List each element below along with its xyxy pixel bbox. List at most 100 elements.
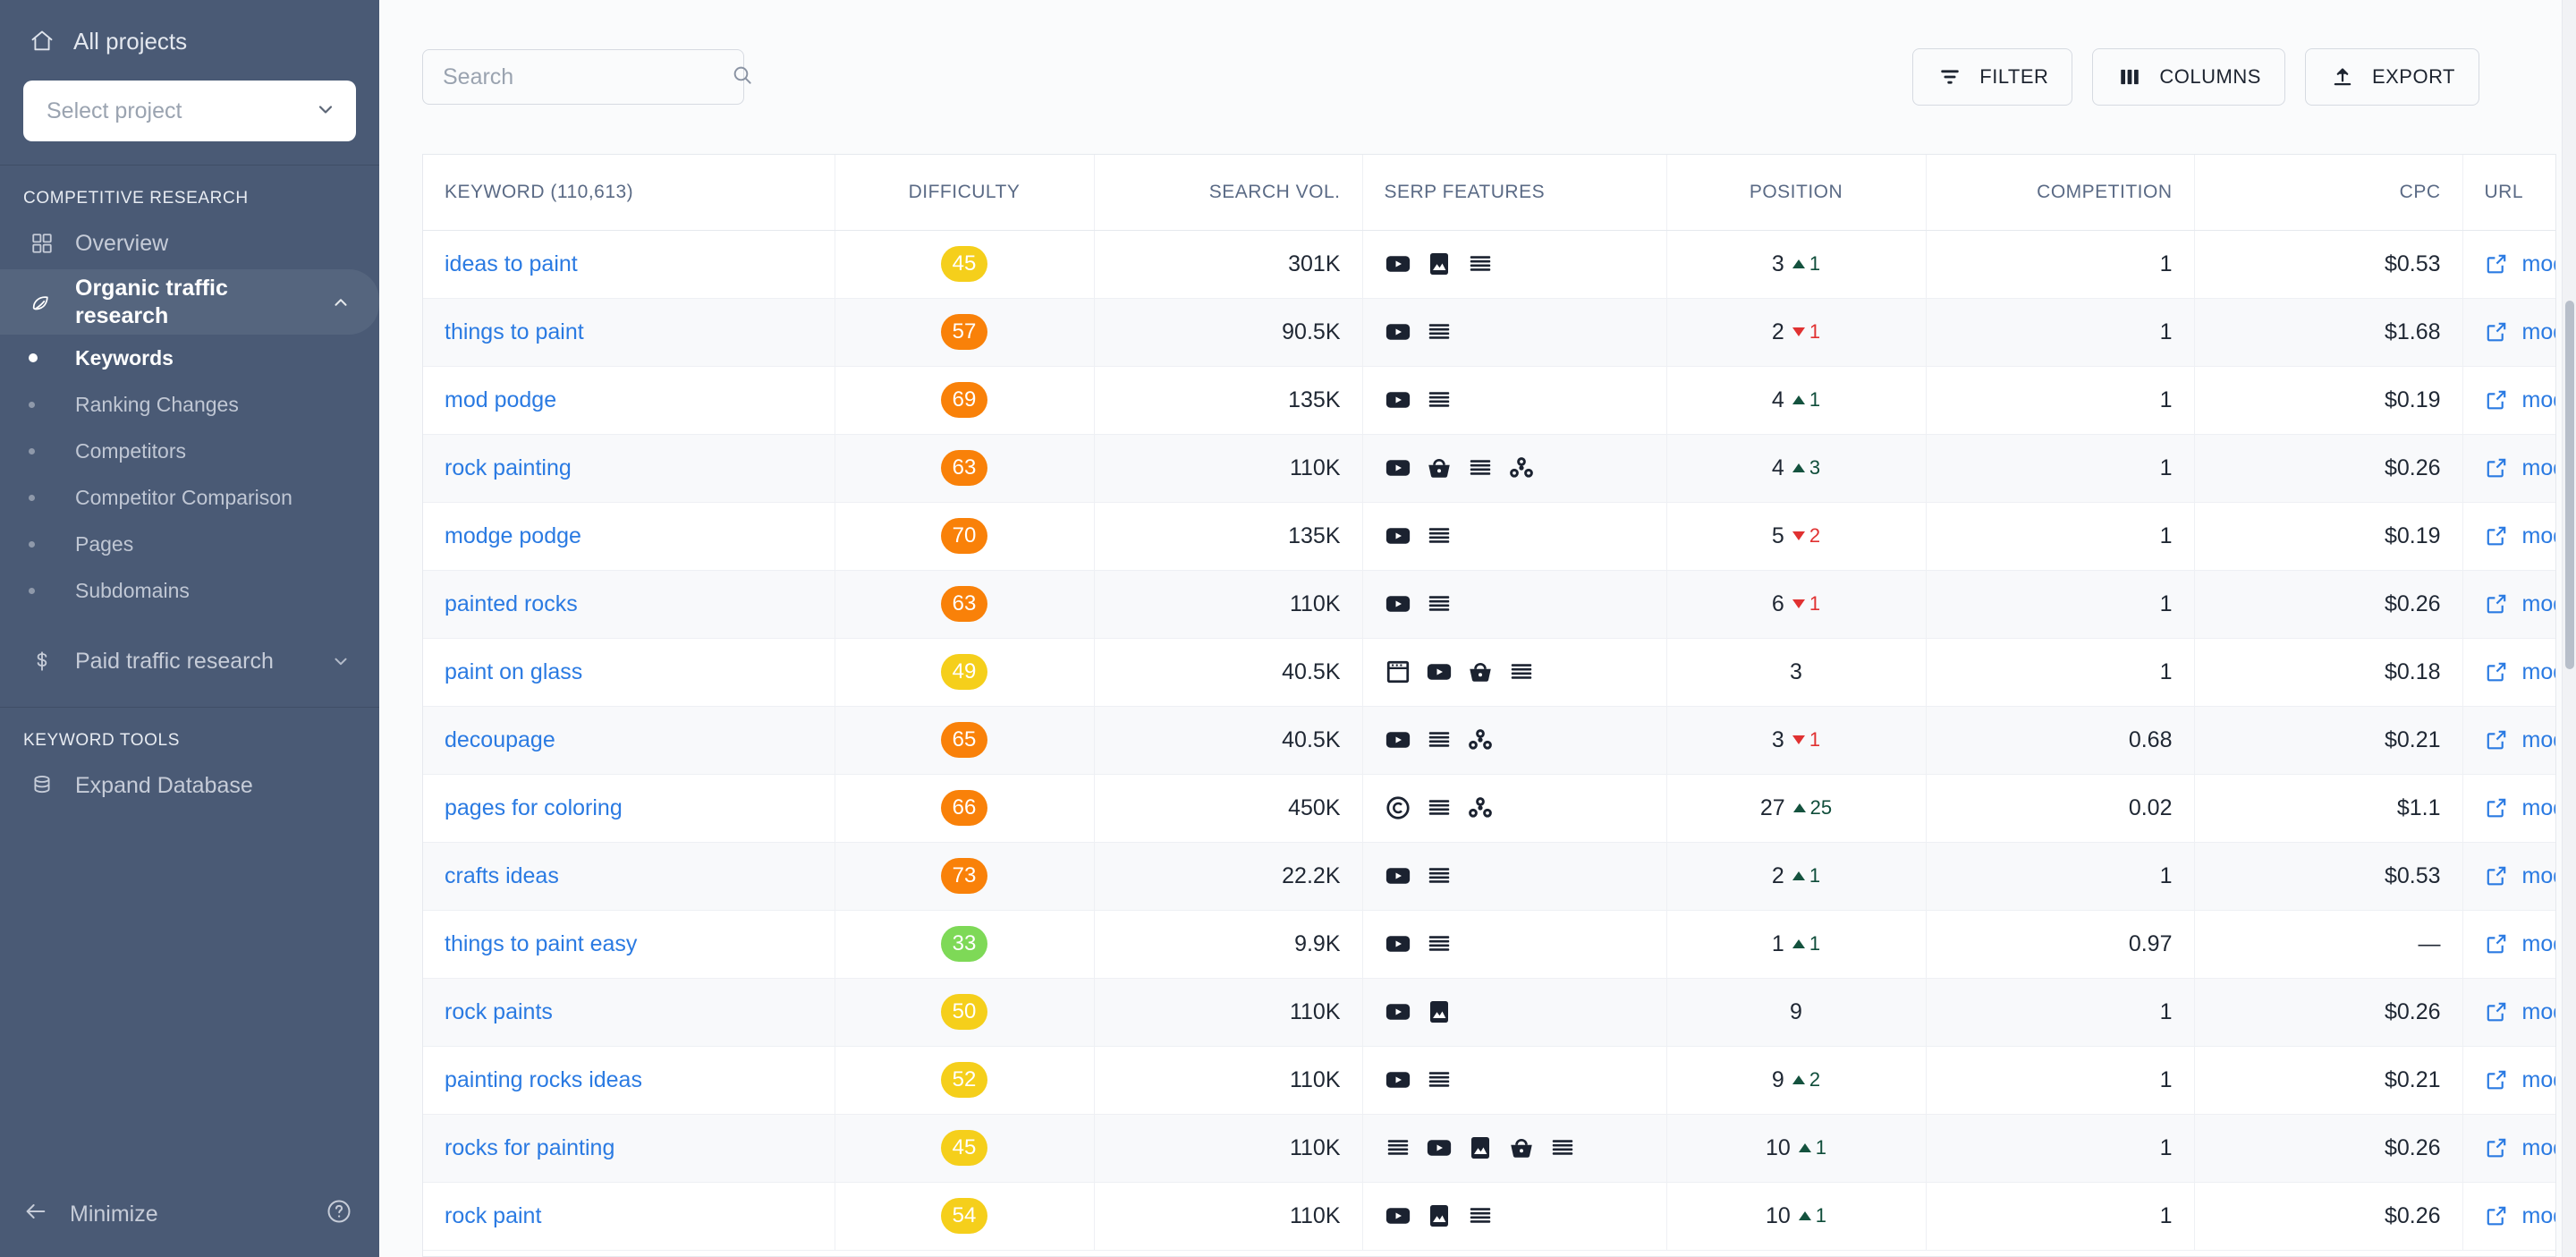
snippet-icon[interactable] [1508,658,1535,685]
url-link[interactable]: modpodgerocksbl [2485,726,2555,753]
video-icon[interactable] [1385,318,1411,345]
video-icon[interactable] [1385,251,1411,277]
minimize-label[interactable]: Minimize [70,1202,304,1227]
shopping-icon[interactable] [1426,454,1453,481]
keyword-link[interactable]: rock painting [445,455,572,480]
table-row[interactable]: things to paint easy339.9K110.97—modpodg… [423,910,2555,979]
video-icon[interactable] [1385,522,1411,549]
copyright-icon[interactable] [1385,794,1411,821]
video-icon[interactable] [1385,726,1411,753]
url-link[interactable]: modpodgerocksbl [2485,522,2555,549]
url-link[interactable]: modpodgerocksbl [2485,794,2555,821]
table-row[interactable]: rocks for painting45110K1011$0.26modpodg… [423,1114,2555,1183]
table-row[interactable]: decoupage6540.5K310.68$0.21modpodgerocks… [423,706,2555,775]
sidebar-item-expand-database[interactable]: Expand Database [0,760,379,811]
column-header-difficulty[interactable]: DIFFICULTY [835,155,1095,231]
related-searches-icon[interactable] [1508,454,1535,481]
related-searches-icon[interactable] [1467,726,1494,753]
video-icon[interactable] [1385,1202,1411,1229]
snippet-icon[interactable] [1426,386,1453,413]
snippet-icon[interactable] [1426,862,1453,889]
url-link[interactable]: modpodgerocksbl [2485,862,2555,889]
keyword-link[interactable]: paint on glass [445,659,582,684]
table-row[interactable]: rock painting63110K431$0.26modpodgerocks… [423,434,2555,503]
search-input[interactable] [443,64,731,90]
question-circle-icon[interactable] [326,1198,352,1231]
keyword-link[interactable]: things to paint easy [445,931,637,956]
url-link[interactable]: modpodgerocksbl [2485,590,2555,617]
column-header-serp-features[interactable]: SERP FEATURES [1362,155,1667,231]
table-row[interactable]: ideas to paint45301K311$0.53modpodgerock… [423,230,2555,299]
keyword-link[interactable]: crafts ideas [445,863,559,888]
url-link[interactable]: modpodgerocksbl [2485,658,2555,685]
table-row[interactable]: crafts ideas7322.2K211$0.53modpodgerocks… [423,842,2555,911]
url-link[interactable]: modpodgerocksbl [2485,930,2555,957]
vertical-scrollbar[interactable] [2562,0,2576,1257]
video-icon[interactable] [1385,386,1411,413]
column-header-keyword[interactable]: KEYWORD (110,613) [423,155,835,231]
search-box[interactable] [422,49,751,105]
all-projects-link[interactable]: All projects [23,16,356,66]
video-icon[interactable] [1385,454,1411,481]
table-row[interactable]: modge podge70135K521$0.19modpodgerocksbl [423,502,2555,571]
table-row[interactable]: rock paints 50 110K 9 1$0.26 modpodgerocksbl [423,978,2555,1047]
video-icon[interactable] [1385,1066,1411,1093]
scrollbar-thumb[interactable] [2565,301,2574,669]
video-icon[interactable] [1385,998,1411,1025]
columns-button[interactable]: COLUMNS [2092,48,2285,106]
keyword-link[interactable]: rocks for painting [445,1135,614,1160]
keyword-link[interactable]: decoupage [445,727,555,752]
column-header-position[interactable]: POSITION [1666,155,1927,231]
keyword-link[interactable]: painting rocks ideas [445,1067,642,1092]
column-header-competition[interactable]: COMPETITION [1926,155,2195,231]
image-icon[interactable] [1467,1134,1494,1161]
url-link[interactable]: modpodgerocksbl [2485,251,2555,277]
sidebar-item-paid-traffic-research[interactable]: Paid traffic research [0,635,379,687]
column-header-url[interactable]: URL [2462,155,2555,231]
chevron-up-icon[interactable] [329,293,352,312]
url-link[interactable]: modpodgerocksbl [2485,454,2555,481]
sidebar-item-pages[interactable]: Pages [0,521,379,567]
sidebar-item-keywords[interactable]: Keywords [0,335,379,381]
image-icon[interactable] [1426,1202,1453,1229]
snippet-icon[interactable] [1426,930,1453,957]
table-row[interactable]: things to paint5790.5K211$1.68modpodgero… [423,298,2555,367]
snippet-icon[interactable] [1549,1134,1576,1161]
related-searches-icon[interactable] [1467,794,1494,821]
video-icon[interactable] [1385,590,1411,617]
snippet-icon[interactable] [1426,794,1453,821]
table-row[interactable]: paint on glass 49 40.5K 3 1$0.18 modpodgerock… [423,638,2555,707]
video-icon[interactable] [1385,862,1411,889]
sidebar-item-competitors[interactable]: Competitors [0,428,379,474]
column-header-search-vol[interactable]: SEARCH VOL. [1094,155,1363,231]
snippet-icon[interactable] [1426,522,1453,549]
snippet-icon[interactable] [1467,251,1494,277]
keyword-link[interactable]: mod podge [445,387,556,412]
keyword-link[interactable]: ideas to paint [445,251,578,276]
sidebar-item-ranking-changes[interactable]: Ranking Changes [0,381,379,428]
table-row[interactable]: painting rocks ideas52110K921$0.21modpod… [423,1046,2555,1115]
table-row[interactable]: painted rocks63110K611$0.26modpodgerocks… [423,570,2555,639]
image-icon[interactable] [1426,251,1453,277]
snippet-icon[interactable] [1426,726,1453,753]
video-icon[interactable] [1385,930,1411,957]
snippet-icon[interactable] [1467,454,1494,481]
snippet-icon[interactable] [1385,1134,1411,1161]
keyword-link[interactable]: rock paints [445,999,553,1024]
table-row[interactable]: pages for coloring 66 450K 27 25 0.02$1.1 modp… [423,774,2555,843]
table-row[interactable]: mod podge69135K411$0.19modpodgerocksbl [423,366,2555,435]
url-link[interactable]: modpodgerocksbl [2485,386,2555,413]
video-icon[interactable] [1426,1134,1453,1161]
chevron-down-icon[interactable] [329,651,352,671]
export-button[interactable]: EXPORT [2304,48,2479,106]
url-link[interactable]: modpodgerocksbl [2485,1066,2555,1093]
snippet-icon[interactable] [1467,1202,1494,1229]
video-icon[interactable] [1426,658,1453,685]
snippet-icon[interactable] [1426,590,1453,617]
image-icon[interactable] [1426,998,1453,1025]
url-link[interactable]: modpodgerocksbl [2485,1134,2555,1161]
reviews-icon[interactable] [1385,658,1411,685]
url-link[interactable]: modpodgerocksbl [2485,998,2555,1025]
keyword-link[interactable]: modge podge [445,523,581,548]
keyword-link[interactable]: painted rocks [445,591,578,616]
